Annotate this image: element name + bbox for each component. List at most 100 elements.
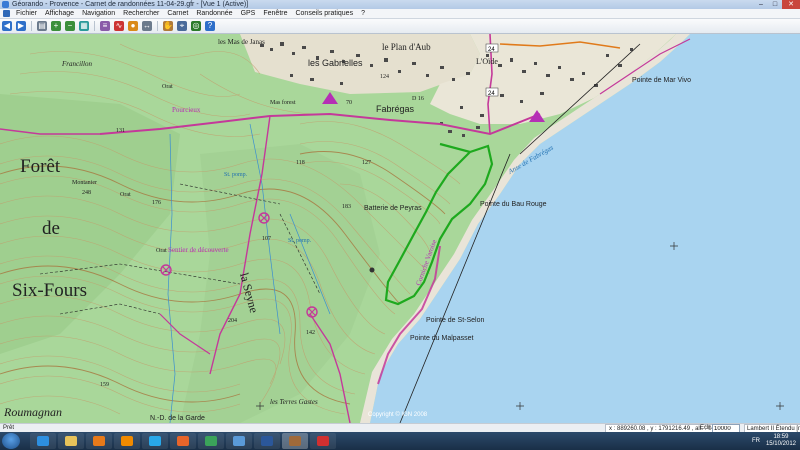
print-icon[interactable]: ▤	[37, 21, 47, 31]
minimize-button[interactable]: –	[754, 0, 768, 9]
place-label: Orat	[156, 248, 167, 254]
gps-icon[interactable]: ◎	[191, 21, 201, 31]
place-label: Pointe du Bau Rouge	[480, 201, 547, 208]
forest-label: de	[42, 218, 60, 239]
place-label: les Mas de Janas	[218, 38, 265, 46]
elevation-label: 124	[380, 74, 389, 80]
firefox-icon	[177, 436, 189, 446]
paint-icon	[233, 436, 245, 446]
zoom-in-icon[interactable]: +	[51, 21, 61, 31]
menu-affichage[interactable]: Affichage	[41, 10, 78, 17]
map-icon[interactable]: ▦	[79, 21, 89, 31]
elevation-label: 248	[82, 190, 91, 196]
topographic-map[interactable]: 24 24 les Mas de Janas les Gabrielles le…	[0, 34, 800, 423]
elevation-label: 70	[346, 100, 352, 106]
elevation-label: 159	[100, 382, 109, 388]
menu-randonnee[interactable]: Randonnée	[192, 10, 236, 17]
copyright-label: Copyright © IGN 2008	[368, 411, 428, 418]
skype-icon	[149, 436, 161, 446]
place-label: N.-D. de la Garde	[150, 415, 205, 422]
explorer-icon	[65, 436, 77, 446]
measure-icon[interactable]: ↔	[142, 21, 152, 31]
title-bar: Géorando - Provence - Carnet de randonné…	[0, 0, 800, 9]
maximize-button[interactable]: □	[768, 0, 782, 9]
hand-pan-icon[interactable]: ✋	[163, 21, 173, 31]
start-button[interactable]	[2, 433, 20, 449]
route-label: D 16	[412, 96, 424, 102]
forest-label: Six-Fours	[12, 280, 87, 301]
place-label: Pointe de Mar Vivo	[632, 77, 691, 84]
media-player-icon	[93, 436, 105, 446]
trail-label: Sentier de découverte	[168, 246, 229, 254]
chrome-icon	[205, 436, 217, 446]
elevation-label: 176	[152, 200, 161, 206]
language-indicator[interactable]: FR	[752, 438, 760, 444]
menu-carnet[interactable]: Carnet	[163, 10, 192, 17]
georando-taskbar-icon[interactable]	[282, 433, 308, 449]
word-taskbar-icon[interactable]	[254, 433, 280, 449]
place-label: St. pomp.	[288, 238, 312, 244]
window-controls: – □ ✕	[754, 0, 800, 9]
window-title: Géorando - Provence - Carnet de randonné…	[12, 1, 249, 8]
toolbar: ◀ ▶ ▤ + − ▦ ≡ ∿ ● ↔ ✋ ⌖ ◎?	[0, 19, 800, 34]
app-red-taskbar-icon[interactable]	[310, 433, 336, 449]
firefox-taskbar-icon[interactable]	[170, 433, 196, 449]
place-label: St. pomp.	[224, 172, 248, 178]
menu-conseils-pratiques[interactable]: Conseils pratiques	[291, 10, 357, 17]
media-player-taskbar-icon[interactable]	[86, 433, 112, 449]
ie-taskbar-icon[interactable]	[30, 433, 56, 449]
forest-label: Forêt	[20, 156, 61, 177]
waypoint-icon[interactable]: ●	[128, 21, 138, 31]
map-view[interactable]: 24 24 les Mas de Janas les Gabrielles le…	[0, 34, 800, 423]
menu-fenetre[interactable]: Fenêtre	[259, 10, 291, 17]
elevation-label: 183	[342, 204, 351, 210]
status-text: Prêt	[3, 425, 15, 431]
zoom-out-icon[interactable]: −	[65, 21, 75, 31]
word-icon	[261, 436, 273, 446]
skype-taskbar-icon[interactable]	[142, 433, 168, 449]
toolbar-separator	[94, 21, 95, 31]
menu-gps[interactable]: GPS	[237, 10, 260, 17]
place-label: Montanier	[72, 180, 97, 186]
menu-fichier[interactable]: Fichier	[12, 10, 41, 17]
place-label: L'Oïde	[476, 57, 498, 66]
elevation-label: 204	[228, 318, 237, 324]
place-label: Pointe du Malpasset	[410, 335, 473, 342]
toolbar-separator	[157, 21, 158, 31]
paint-taskbar-icon[interactable]	[226, 433, 252, 449]
menu-bar: Fichier Affichage Navigation Rechercher …	[0, 9, 800, 19]
chrome-taskbar-icon[interactable]	[198, 433, 224, 449]
vlc-icon	[121, 436, 133, 446]
layers-icon[interactable]: ≡	[100, 21, 110, 31]
menu-rechercher[interactable]: Rechercher	[119, 10, 163, 17]
menu-help[interactable]: ?	[357, 10, 369, 17]
place-label: le Plan d'Aub	[382, 42, 431, 52]
place-label: Orat	[162, 84, 173, 90]
elevation-label: 142	[306, 330, 315, 336]
georando-icon	[289, 436, 301, 446]
explorer-taskbar-icon[interactable]	[58, 433, 84, 449]
taskbar: FR 18:59 15/10/2012	[0, 432, 800, 450]
route-number: 24	[488, 47, 495, 53]
place-label: Pourcieux	[172, 106, 201, 114]
toolbar-separator	[31, 21, 32, 31]
navigate-forward-icon[interactable]: ▶	[16, 21, 26, 31]
elevation-label: 107	[262, 236, 271, 242]
system-tray: FR 18:59 15/10/2012	[752, 433, 796, 449]
place-label: Francillon	[61, 60, 92, 68]
place-label: Batterie de Peyras	[364, 205, 422, 212]
vlc-taskbar-icon[interactable]	[114, 433, 140, 449]
place-label: les Gabrielles	[308, 58, 363, 68]
navigate-back-icon[interactable]: ◀	[2, 21, 12, 31]
help-icon[interactable]: ?	[205, 21, 215, 31]
app-icon	[2, 1, 9, 8]
select-icon[interactable]: ⌖	[177, 21, 187, 31]
document-icon[interactable]	[3, 10, 10, 17]
place-label: les Terres Gastes	[270, 398, 318, 406]
menu-navigation[interactable]: Navigation	[78, 10, 119, 17]
clock-time: 18:59	[773, 434, 789, 440]
clock[interactable]: 18:59 15/10/2012	[766, 434, 796, 448]
place-label: Mas forest	[270, 99, 296, 106]
track-icon[interactable]: ∿	[114, 21, 124, 31]
close-button[interactable]: ✕	[782, 0, 800, 9]
